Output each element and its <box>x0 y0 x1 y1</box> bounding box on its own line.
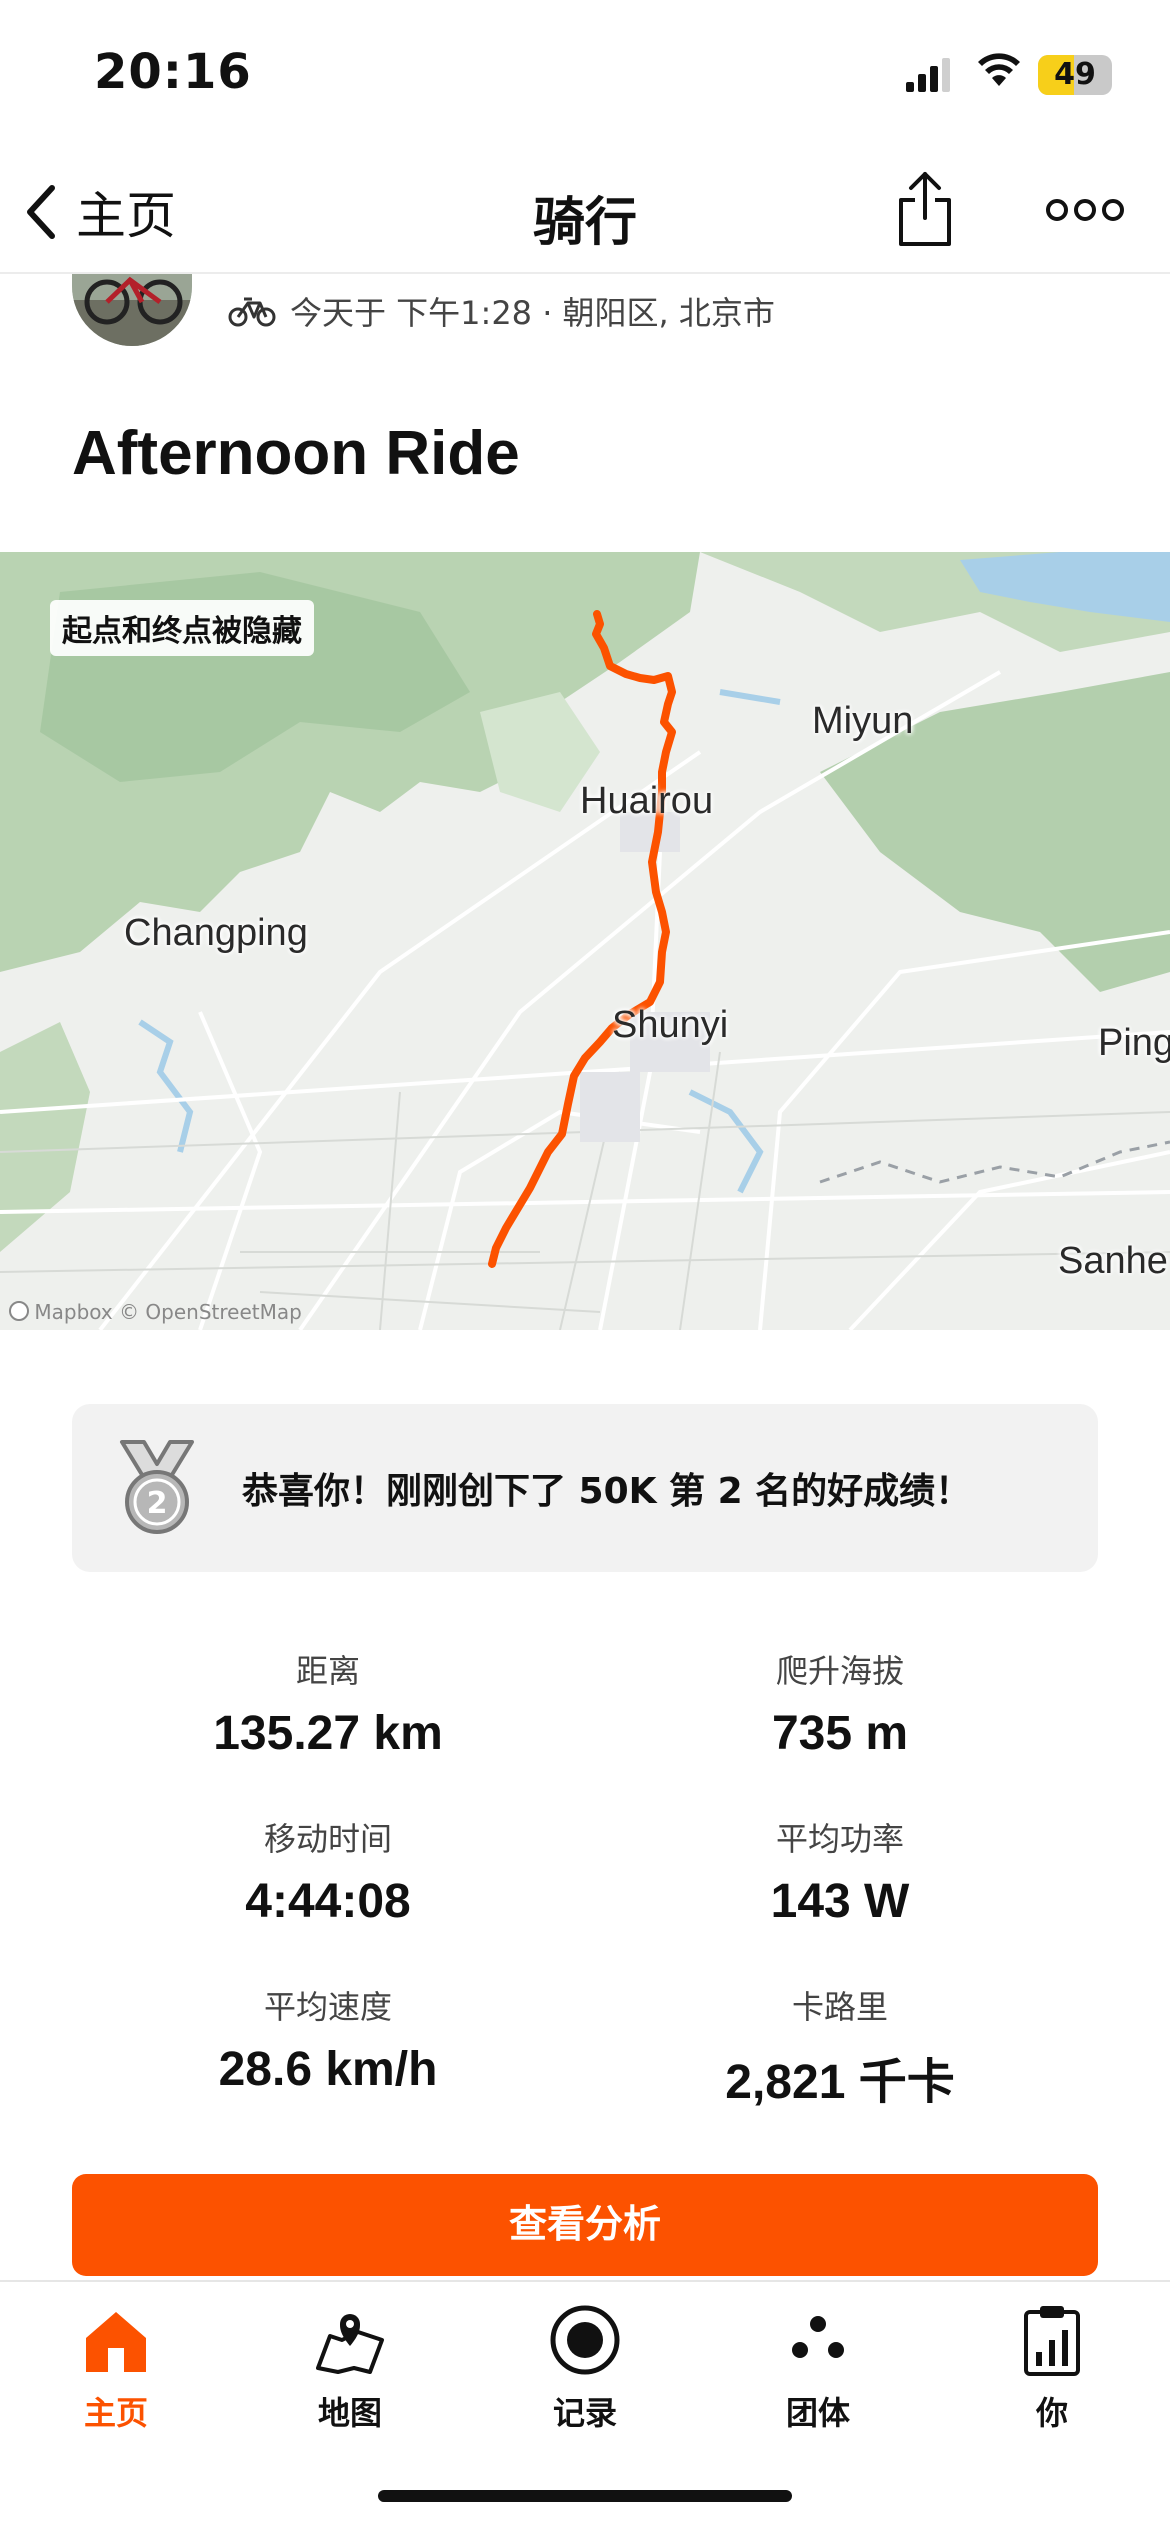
home-icon <box>86 2312 146 2372</box>
attribution-text: © Mapbox © OpenStreetMap <box>8 1300 302 1324</box>
place-label: Changping <box>124 912 308 954</box>
home-indicator[interactable] <box>378 2490 792 2502</box>
tab-map[interactable]: 地图 <box>270 2302 430 2434</box>
stat-label: 卡路里 <box>791 1988 888 2026</box>
stat-value: 4:44:08 <box>245 1875 411 1928</box>
tab-profile[interactable]: 你 <box>972 2302 1132 2434</box>
stat-value: 28.6 km/h <box>218 2043 438 2096</box>
tab-label: 你 <box>1035 2394 1068 2432</box>
stat-label: 距离 <box>295 1652 360 1690</box>
stat-label: 平均功率 <box>775 1820 904 1858</box>
status-bar: 20:16 49 <box>0 0 1170 150</box>
tab-label: 记录 <box>552 2394 617 2432</box>
stat-value: 2,821 千卡 <box>725 2056 955 2109</box>
mapbox-logo-icon <box>9 1301 29 1321</box>
stat-label: 移动时间 <box>263 1820 392 1858</box>
status-time: 20:16 <box>94 44 252 100</box>
tab-label: 主页 <box>83 2394 148 2432</box>
place-label: Miyun <box>812 700 914 742</box>
back-button[interactable]: 主页 <box>22 172 176 252</box>
stat-value: 135.27 km <box>213 1707 443 1760</box>
activity-title: Afternoon Ride <box>72 419 520 488</box>
share-icon[interactable] <box>895 168 955 248</box>
wifi-icon <box>978 53 1020 86</box>
battery-indicator: 49 <box>1038 55 1112 95</box>
stat-elevation-gain: 爬升海拔 735 m <box>590 1646 1090 1761</box>
place-label: Huairou <box>580 780 714 822</box>
more-icon[interactable] <box>1045 195 1125 225</box>
groups-icon <box>792 2316 844 2358</box>
bike-icon <box>228 297 276 327</box>
record-icon <box>550 2305 620 2375</box>
achievement-text: 恭喜你！刚刚创下了 50K 第 2 名的好成绩！ <box>242 1471 972 1512</box>
tab-label: 团体 <box>785 2394 850 2432</box>
route-map[interactable]: 起点和终点被隐藏 Miyun Huairou Changping Shunyi … <box>0 552 1170 1330</box>
athlete-row: 今天于 下午1:28 · 朝阳区, 北京市 <box>0 250 1170 360</box>
tab-label: 地图 <box>317 2394 382 2432</box>
nav-bar: 主页 骑行 <box>0 150 1170 274</box>
profile-icon <box>1024 2306 1080 2376</box>
map-attribution: © Mapbox © OpenStreetMap <box>8 1300 302 1324</box>
stat-value: 735 m <box>771 1707 909 1760</box>
stat-label: 平均速度 <box>263 1988 392 2026</box>
activity-meta: 今天于 下午1:28 · 朝阳区, 北京市 <box>228 288 775 334</box>
place-label: Ping <box>1098 1022 1170 1064</box>
stat-moving-time: 移动时间 4:44:08 <box>78 1814 578 1929</box>
view-analysis-button[interactable]: 查看分析 <box>72 2174 1098 2276</box>
tab-home[interactable]: 主页 <box>36 2302 196 2434</box>
stat-distance: 距离 135.27 km <box>78 1646 578 1761</box>
tab-record[interactable]: 记录 <box>505 2302 665 2434</box>
medal-rank: 2 <box>147 1486 168 1521</box>
stat-avg-speed: 平均速度 28.6 km/h <box>78 1982 578 2097</box>
stat-value: 143 W <box>770 1875 910 1928</box>
back-label: 主页 <box>76 187 176 245</box>
place-label: Sanhe <box>1058 1240 1168 1282</box>
medal-icon: 2 <box>120 1440 194 1534</box>
stat-avg-power: 平均功率 143 W <box>590 1814 1090 1929</box>
stat-label: 爬升海拔 <box>775 1652 904 1690</box>
chevron-left-icon <box>27 185 55 239</box>
battery-percent: 49 <box>1054 57 1096 92</box>
achievement-card[interactable]: 2 恭喜你！刚刚创下了 50K 第 2 名的好成绩！ <box>72 1404 1098 1572</box>
place-label: Shunyi <box>612 1004 729 1046</box>
activity-meta-text: 今天于 下午1:28 · 朝阳区, 北京市 <box>290 294 775 332</box>
tab-groups[interactable]: 团体 <box>738 2302 898 2434</box>
privacy-tag: 起点和终点被隐藏 <box>50 600 314 656</box>
signal-icon <box>906 58 950 92</box>
stat-calories: 卡路里 2,821 千卡 <box>590 1982 1090 2112</box>
map-icon <box>316 2314 384 2374</box>
